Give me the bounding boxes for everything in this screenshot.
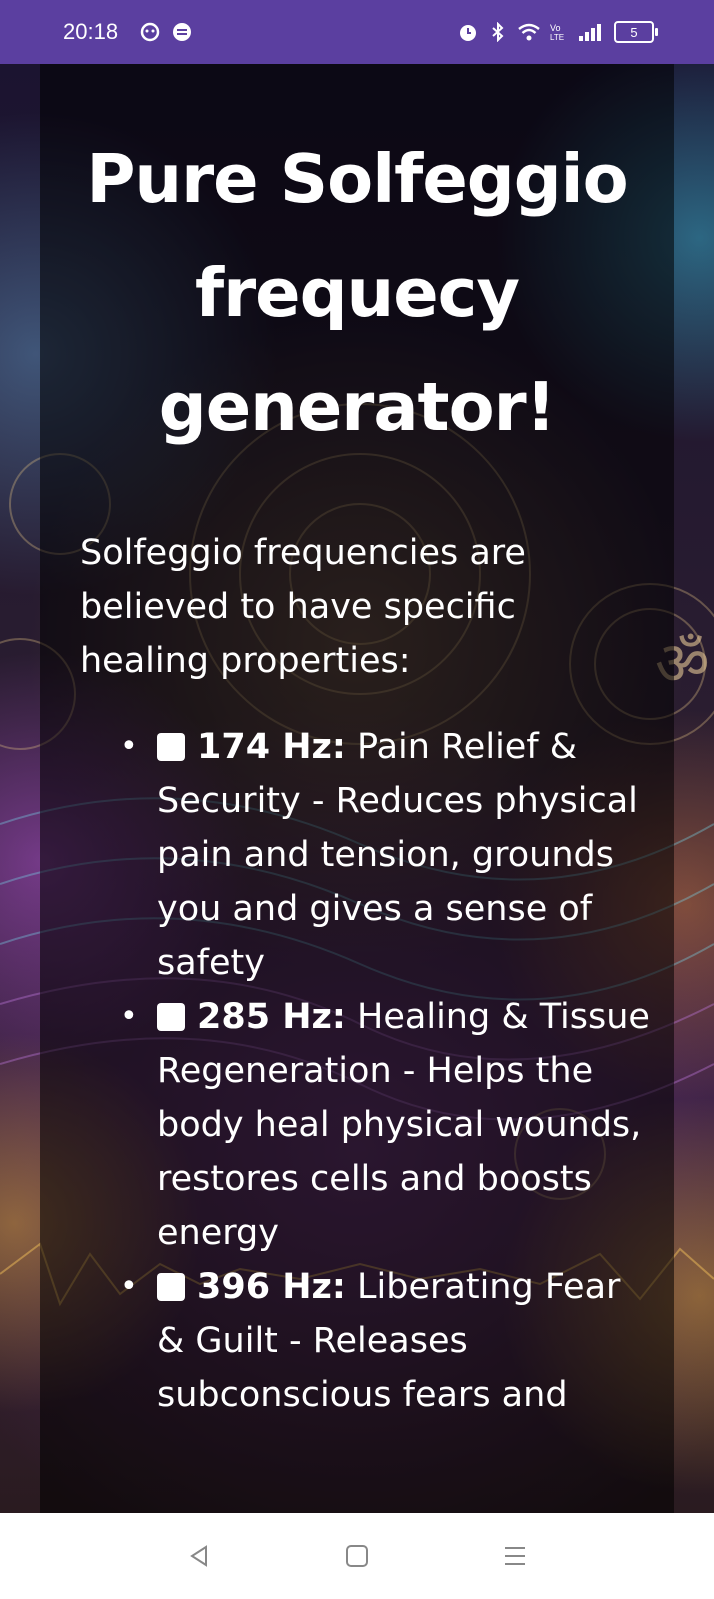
back-icon[interactable] [184,1541,214,1571]
signal-icon [578,22,604,42]
frequency-checkbox-396[interactable] [157,1273,185,1301]
status-bar: 20:18 Vo LTE 5 [0,0,714,64]
intro-text: Solfeggio frequencies are believed to ha… [80,533,526,681]
battery-icon: 5 [614,21,658,43]
bluetooth-icon [488,21,508,43]
alarm-icon [458,22,478,42]
frequency-item-285: • 285 Hz: Healing & Tissue Regeneration … [120,990,654,1260]
frequency-item-396: • 396 Hz: Liberating Fear & Guilt - Rele… [120,1260,654,1422]
status-time: 20:18 [63,19,119,44]
bullet-icon: • [120,1269,138,1304]
frequency-hz: 396 Hz: [197,1267,346,1307]
frequency-checkbox-174[interactable] [157,733,185,761]
navigation-bar [0,1513,714,1599]
notification-icon [140,22,160,42]
frequency-checkbox-285[interactable] [157,1003,185,1031]
bullet-icon: • [120,999,138,1034]
app-icon [172,22,192,42]
status-left-icons [140,22,192,42]
content: Pure Solfeggio frequecy generator! Solfe… [40,64,674,1513]
svg-text:LTE: LTE [550,33,564,42]
volte-icon: Vo LTE [548,22,568,42]
frequency-item-174: • 174 Hz: Pain Relief & Security - Reduc… [120,720,654,990]
page-title: Pure Solfeggio frequecy generator! [86,140,628,446]
frequency-hz: 174 Hz: [197,727,346,767]
frequency-list: • 174 Hz: Pain Relief & Security - Reduc… [40,720,654,1422]
home-icon[interactable] [342,1541,372,1571]
wifi-icon [518,22,540,42]
status-right-icons: Vo LTE 5 [458,21,658,43]
frequency-hz: 285 Hz: [197,997,346,1037]
bullet-icon: • [120,729,138,764]
menu-icon[interactable] [500,1541,530,1571]
svg-text:Vo: Vo [550,23,561,33]
